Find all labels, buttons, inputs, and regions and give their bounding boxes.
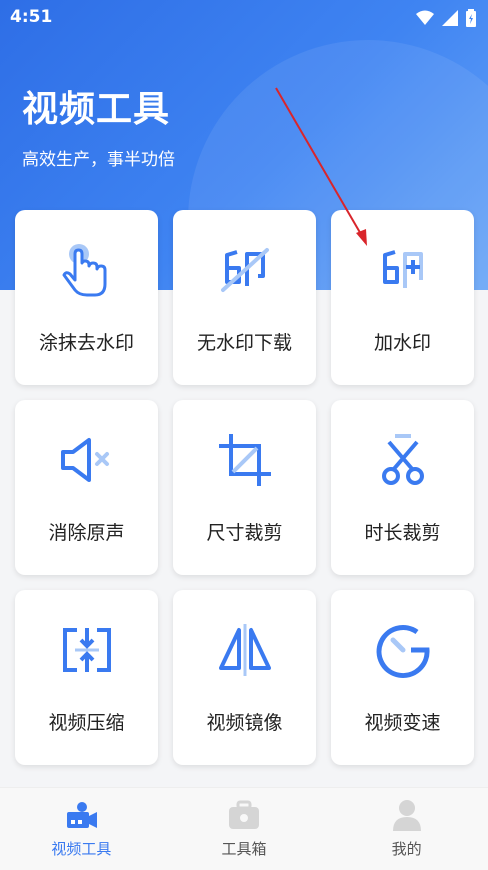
- tap-hand-icon: [57, 240, 117, 300]
- mirror-icon: [215, 620, 275, 680]
- nav-profile[interactable]: 我的: [325, 788, 488, 870]
- add-watermark-icon: [373, 240, 433, 300]
- tool-card-video-compress[interactable]: 视频压缩: [15, 590, 158, 765]
- bottom-nav: 视频工具 工具箱 我的: [0, 787, 488, 870]
- tool-grid: 涂抹去水印 无水印下载 加水印 消除原声 尺寸裁剪 时长裁剪 视频压缩 视频镜像…: [15, 210, 474, 765]
- page-title: 视频工具: [22, 89, 171, 130]
- tool-label: 时长裁剪: [364, 522, 441, 544]
- tool-label: 加水印: [373, 332, 431, 354]
- signal-icon: [442, 10, 458, 26]
- tool-label: 消除原声: [48, 522, 125, 544]
- tool-label: 视频镜像: [206, 712, 283, 734]
- nav-label: 工具箱: [221, 840, 267, 858]
- tool-card-no-watermark-download[interactable]: 无水印下载: [173, 210, 316, 385]
- compress-icon: [57, 620, 117, 680]
- video-tools-icon: [67, 802, 98, 828]
- user-icon: [392, 800, 421, 831]
- nav-label: 我的: [391, 840, 422, 858]
- tool-card-duration-trim[interactable]: 时长裁剪: [331, 400, 474, 575]
- scissors-icon: [373, 430, 433, 490]
- tool-card-erase-watermark[interactable]: 涂抹去水印: [15, 210, 158, 385]
- tool-label: 视频压缩: [48, 712, 125, 734]
- status-bar: 4:51: [0, 0, 488, 36]
- battery-icon: [466, 9, 476, 27]
- tool-card-add-watermark[interactable]: 加水印: [331, 210, 474, 385]
- speed-gauge-icon: [373, 620, 433, 680]
- nav-video-tools[interactable]: 视频工具: [0, 788, 163, 870]
- toolbox-icon: [229, 800, 259, 829]
- status-time: 4:51: [10, 7, 53, 27]
- tool-card-size-crop[interactable]: 尺寸裁剪: [173, 400, 316, 575]
- tool-card-video-mirror[interactable]: 视频镜像: [173, 590, 316, 765]
- tool-card-remove-audio[interactable]: 消除原声: [15, 400, 158, 575]
- crop-icon: [215, 430, 275, 490]
- wifi-icon: [416, 10, 434, 25]
- no-watermark-icon: [215, 240, 275, 300]
- nav-label: 视频工具: [51, 840, 112, 858]
- tool-label: 无水印下载: [196, 332, 292, 354]
- nav-toolbox[interactable]: 工具箱: [163, 788, 326, 870]
- page-subtitle: 高效生产，事半功倍: [22, 150, 175, 170]
- tool-label: 尺寸裁剪: [206, 522, 283, 544]
- mute-speaker-icon: [57, 430, 117, 490]
- tool-label: 涂抹去水印: [38, 332, 134, 354]
- tool-label: 视频变速: [364, 712, 441, 734]
- tool-card-video-speed[interactable]: 视频变速: [331, 590, 474, 765]
